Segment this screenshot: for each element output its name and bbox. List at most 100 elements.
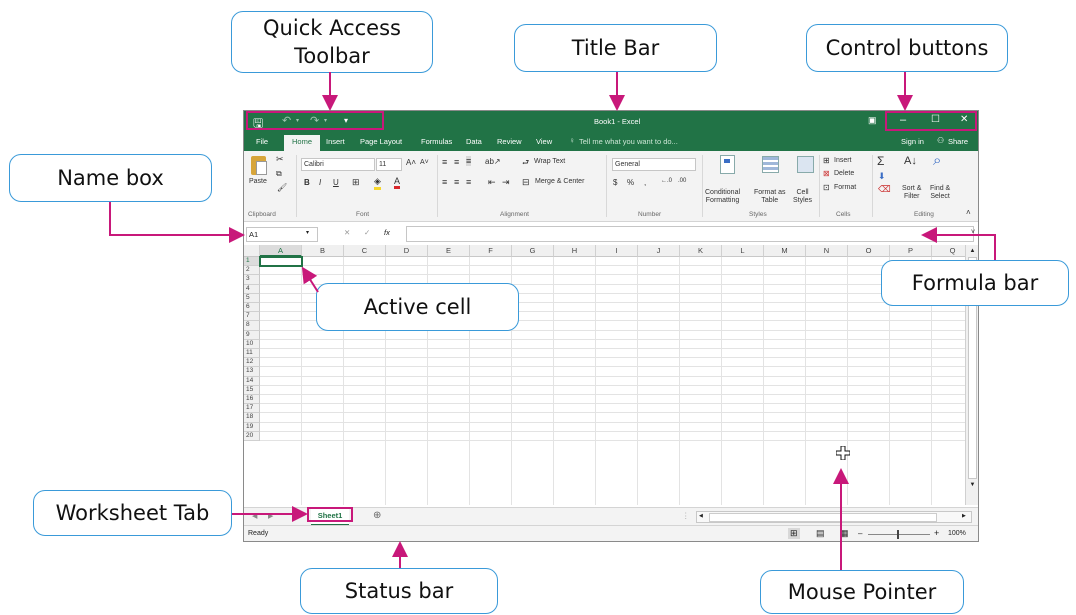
prev-sheet-icon[interactable]: ◀ — [252, 512, 257, 520]
copy-icon[interactable]: ⧉ — [276, 169, 282, 179]
decrease-indent-icon[interactable]: ⇤ — [488, 177, 496, 188]
column-header-m[interactable]: M — [764, 245, 806, 257]
column-header-i[interactable]: I — [596, 245, 638, 257]
tab-file[interactable]: File — [256, 137, 268, 146]
comma-button[interactable]: , — [644, 178, 646, 187]
font-name-select[interactable]: Calibri — [301, 158, 375, 171]
fill-color-icon[interactable]: ◈ — [374, 176, 381, 190]
format-painter-icon[interactable]: 🖌 — [277, 183, 287, 192]
active-cell-a1[interactable] — [259, 256, 303, 267]
tab-page-layout[interactable]: Page Layout — [360, 137, 402, 146]
column-header-n[interactable]: N — [806, 245, 848, 257]
align-middle-icon[interactable]: ≡ — [454, 157, 459, 167]
row-header-13[interactable]: 13 — [244, 367, 260, 377]
tab-data[interactable]: Data — [466, 137, 482, 146]
column-header-e[interactable]: E — [428, 245, 470, 257]
row-header-9[interactable]: 9 — [244, 330, 260, 340]
tell-me-box[interactable]: Tell me what you want to do... — [579, 137, 678, 146]
merge-center-icon[interactable]: ⊟ — [522, 177, 530, 188]
borders-icon[interactable]: ⊞ — [352, 177, 360, 188]
row-header-17[interactable]: 17 — [244, 404, 260, 414]
paste-icon[interactable] — [251, 156, 267, 175]
formula-input[interactable] — [406, 226, 974, 242]
row-header-15[interactable]: 15 — [244, 385, 260, 395]
h-scroll-thumb[interactable] — [709, 513, 937, 522]
increase-font-icon[interactable]: A˄ — [406, 158, 416, 167]
format-as-table-icon[interactable] — [762, 156, 779, 173]
horizontal-scrollbar[interactable]: ◀ ▶ — [696, 511, 972, 523]
increase-indent-icon[interactable]: ⇥ — [502, 177, 510, 188]
column-header-d[interactable]: D — [386, 245, 428, 257]
sort-filter-icon[interactable]: A↓ — [904, 155, 917, 167]
column-header-j[interactable]: J — [638, 245, 680, 257]
autosum-button[interactable]: Σ — [877, 154, 884, 168]
insert-cells-icon[interactable]: ⊞ — [823, 156, 830, 165]
cell-styles-button[interactable]: Cell Styles — [793, 189, 812, 205]
delete-cells-button[interactable]: Delete — [834, 170, 854, 177]
cut-icon[interactable]: ✂ — [276, 154, 284, 165]
row-header-18[interactable]: 18 — [244, 413, 260, 423]
row-header-6[interactable]: 6 — [244, 303, 260, 313]
column-header-c[interactable]: C — [344, 245, 386, 257]
column-header-p[interactable]: P — [890, 245, 932, 257]
underline-button[interactable]: U — [333, 178, 339, 187]
row-header-19[interactable]: 19 — [244, 422, 260, 432]
row-header-2[interactable]: 2 — [244, 266, 260, 276]
row-header-7[interactable]: 7 — [244, 312, 260, 322]
row-header-3[interactable]: 3 — [244, 275, 260, 285]
page-layout-view-icon[interactable]: ▤ — [816, 528, 825, 539]
find-select-icon[interactable]: ⌕ — [933, 152, 941, 169]
row-header-5[interactable]: 5 — [244, 293, 260, 303]
align-right-icon[interactable]: ≡ — [466, 177, 471, 187]
zoom-in-button[interactable]: + — [934, 528, 939, 538]
row-header-4[interactable]: 4 — [244, 284, 260, 294]
row-header-11[interactable]: 11 — [244, 349, 260, 359]
column-header-l[interactable]: L — [722, 245, 764, 257]
scroll-down-icon[interactable]: ▼ — [966, 479, 978, 491]
next-sheet-icon[interactable]: ▶ — [268, 512, 273, 520]
find-select-button[interactable]: Find & Select — [930, 185, 950, 201]
zoom-slider-thumb[interactable] — [897, 530, 899, 539]
decrease-decimal-icon[interactable]: .00 — [678, 178, 686, 184]
select-all-corner[interactable] — [244, 245, 260, 257]
share-button[interactable]: Share — [948, 137, 968, 146]
insert-function-icon[interactable]: fx — [384, 228, 390, 237]
conditional-formatting-icon[interactable] — [720, 155, 735, 174]
insert-cells-button[interactable]: Insert — [834, 157, 852, 164]
merge-center-button[interactable]: Merge & Center — [535, 178, 584, 185]
font-color-icon[interactable]: A — [394, 176, 401, 189]
orientation-icon[interactable]: ab↗ — [485, 157, 501, 166]
format-as-table-button[interactable]: Format as Table — [754, 189, 786, 205]
align-center-icon[interactable]: ≡ — [454, 177, 459, 187]
row-header-14[interactable]: 14 — [244, 376, 260, 386]
increase-decimal-icon[interactable]: ←.0 — [661, 178, 672, 184]
collapse-ribbon-icon[interactable]: ˄ — [966, 208, 971, 217]
ribbon-display-options-icon[interactable]: ▣ — [868, 115, 877, 126]
fill-icon[interactable]: ⬇ — [878, 171, 886, 182]
tab-formulas[interactable]: Formulas — [421, 137, 452, 146]
decrease-font-icon[interactable]: A˅ — [420, 159, 429, 166]
enter-icon[interactable]: ✓ — [364, 228, 370, 237]
tab-review[interactable]: Review — [497, 137, 522, 146]
align-top-icon[interactable]: ≡ — [442, 157, 447, 167]
scroll-left-icon[interactable]: ◀ — [699, 513, 703, 519]
number-format-select[interactable]: General — [612, 158, 696, 171]
column-header-k[interactable]: K — [680, 245, 722, 257]
italic-button[interactable]: I — [319, 178, 321, 187]
sign-in-link[interactable]: Sign in — [901, 137, 924, 146]
conditional-formatting-button[interactable]: Conditional Formatting — [705, 189, 740, 205]
clear-icon[interactable]: ⌫ — [878, 184, 891, 195]
column-header-b[interactable]: B — [302, 245, 344, 257]
row-header-1[interactable]: 1 — [244, 257, 260, 267]
font-size-select[interactable]: 11 — [376, 158, 402, 171]
row-header-10[interactable]: 10 — [244, 339, 260, 349]
tab-view[interactable]: View — [536, 137, 552, 146]
column-header-h[interactable]: H — [554, 245, 596, 257]
zoom-level[interactable]: 100% — [948, 530, 966, 537]
format-cells-button[interactable]: Format — [834, 184, 856, 191]
align-left-icon[interactable]: ≡ — [442, 177, 447, 187]
zoom-out-button[interactable]: – — [858, 529, 862, 538]
bold-button[interactable]: B — [304, 178, 310, 187]
column-header-g[interactable]: G — [512, 245, 554, 257]
cancel-icon[interactable]: ✕ — [344, 228, 350, 237]
